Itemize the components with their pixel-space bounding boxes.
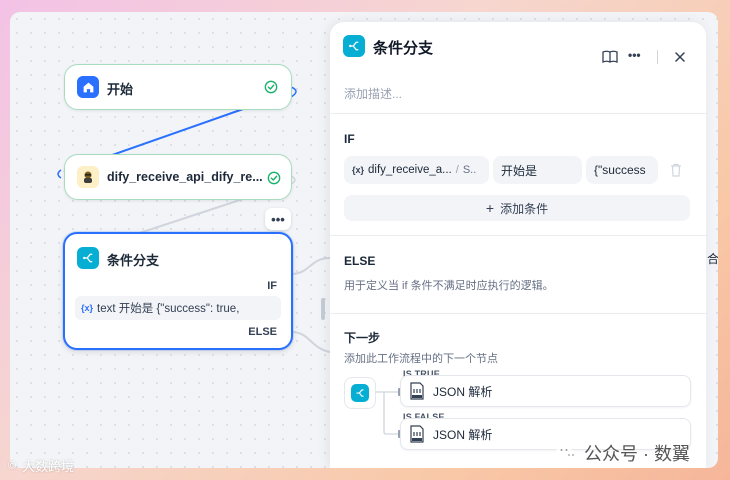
json-doc-icon [410,425,424,443]
if-heading: IF [344,132,355,146]
next-node-label: JSON 解析 [433,384,493,399]
api-node-title: dify_receive_api_dify_re... [107,170,263,184]
success-check-icon [267,171,281,185]
watermark-right-text: 公众号 · 数翼 [584,444,690,464]
toolbar-separator [657,50,658,64]
more-options-button[interactable]: ••• [265,208,291,230]
wechat-icon [556,445,578,461]
resize-handle[interactable] [321,298,325,320]
trash-icon[interactable] [670,163,682,177]
success-check-icon [264,80,278,94]
next-node-label: JSON 解析 [433,427,493,442]
workflow-window: 开始 dify_receive_api_dify_re... ••• 条件分支 … [10,12,718,468]
watermark-logo-icon: © [8,459,17,472]
book-icon[interactable] [602,50,618,64]
api-node[interactable]: dify_receive_api_dify_re... [64,154,292,200]
if-label: IF [267,280,277,292]
condition-variable-selector[interactable]: {x} dify_receive_a... / S.. [344,156,489,184]
condition-text: text 开始是 {"success": true, [97,303,240,315]
plus-icon: + [485,200,495,216]
edge-if-branch [290,257,331,275]
next-step-heading: 下一步 [344,331,381,345]
more-icon[interactable]: ••• [628,48,641,62]
current-node-chip [344,377,376,409]
else-label: ELSE [248,326,277,338]
condition-summary[interactable]: {x} text 开始是 {"success": true, [75,296,281,320]
json-doc-icon [410,382,424,400]
condition-operator-select[interactable]: 开始是 [493,156,582,184]
condition-variable-suffix: S.. [462,164,477,176]
ifelse-node[interactable]: 条件分支 IF {x} text 开始是 {"success": true, E… [63,232,293,350]
branch-icon [343,35,365,57]
watermark-left-text: 大数跨境 [22,459,75,474]
else-description: 用于定义当 if 条件不满足时应执行的逻辑。 [344,280,554,292]
home-icon [77,76,99,98]
watermark-left: © 大数跨境 [8,456,74,475]
edge-else-branch [290,331,331,353]
watermark-right: 公众号 · 数翼 [556,440,690,466]
add-condition-button[interactable]: + 添加条件 [344,195,690,221]
else-heading: ELSE [344,254,376,268]
robot-avatar-icon [77,166,99,188]
next-node-true[interactable]: JSON 解析 [400,375,691,407]
branch-icon [77,247,99,269]
next-step-description: 添加此工作流程中的下一个节点 [344,353,498,365]
description-field[interactable]: 添加描述... [344,85,402,102]
condition-value-input[interactable]: {"success [586,156,658,184]
variable-icon: {x} [352,165,365,175]
condition-variable-name: dify_receive_a... [368,164,452,176]
ifelse-node-title: 条件分支 [107,253,160,268]
start-node-title: 开始 [107,82,134,97]
close-icon[interactable] [675,52,685,62]
panel-title[interactable]: 条件分支 [373,37,433,58]
start-node[interactable]: 开始 [64,64,292,110]
variable-icon: {x} [81,303,94,313]
node-config-panel: 条件分支 ••• 添加描述... IF {x} dify_receive_a..… [330,22,706,468]
branch-icon [351,384,369,402]
edge-node-label: 合 [707,252,718,266]
add-condition-label: 添加条件 [500,201,549,216]
